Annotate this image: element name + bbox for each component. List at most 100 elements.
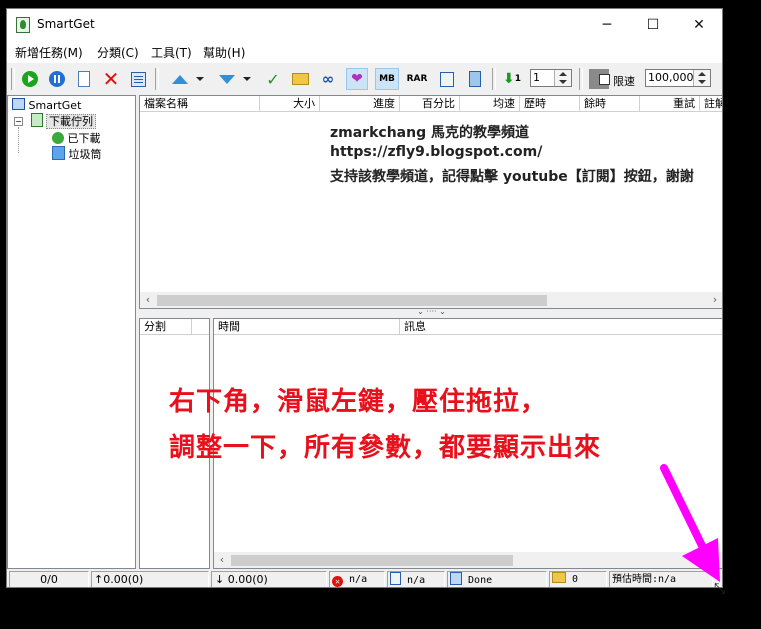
connections-stepper[interactable]: 1	[530, 69, 572, 87]
menu-help[interactable]: 幫助(H)	[203, 44, 245, 61]
annotation-arrow-icon	[660, 464, 720, 582]
close-button[interactable]: ✕	[676, 9, 722, 41]
watermark-line-1: zmarkchang 馬克的教學頻道	[330, 125, 529, 141]
toolbar: ✕ ✓ ∞ ❤ MB RAR ⬇ 1 1 限速 100,000	[7, 63, 722, 96]
watermark-line-2: https://zfly9.blogspot.com/	[330, 144, 543, 160]
connections-spin-arrows[interactable]	[554, 70, 571, 86]
pause-icon[interactable]	[47, 69, 67, 89]
category-tree: SmartGet − 下載佇列 已下載 垃圾筒	[7, 95, 136, 569]
connections-value: 1	[533, 71, 540, 84]
check-update-icon[interactable]: ✓	[263, 69, 283, 89]
task-list: 檔案名稱 大小 進度 百分比 均速 歷時 餘時 重試 註解 zmarkchang…	[139, 95, 722, 309]
arrow-shaft	[660, 464, 712, 562]
scroll-thumb[interactable]	[231, 555, 513, 566]
error-icon: ✕	[332, 576, 343, 587]
computer-icon	[12, 98, 25, 110]
tree-line	[18, 127, 20, 153]
col-message[interactable]: 訊息	[400, 319, 722, 335]
tree-queue-label: 下載佇列	[46, 114, 96, 129]
start-icon[interactable]	[20, 69, 40, 89]
collapse-icon[interactable]: −	[14, 117, 23, 126]
find-binoculars-icon[interactable]: ∞	[318, 69, 338, 89]
log-list-hscrollbar[interactable]: ‹ ›	[214, 552, 722, 568]
toolbar-separator	[579, 68, 583, 90]
tree-downloaded[interactable]: 已下載	[52, 130, 101, 146]
col-remaining[interactable]: 餘時	[580, 96, 640, 112]
col-segment-extra[interactable]	[192, 319, 209, 335]
minimize-button[interactable]: ─	[584, 9, 630, 41]
new-file-icon[interactable]	[74, 69, 94, 89]
window-title: SmartGet	[37, 17, 95, 31]
tree-queue[interactable]: − 下載佇列	[14, 113, 96, 129]
status-queued-value: n/a	[407, 575, 426, 586]
col-filename[interactable]: 檔案名稱	[140, 96, 260, 112]
status-upload: ↑0.00(0)	[91, 571, 209, 587]
speed-limit-value: 100,000	[648, 71, 694, 84]
toolbar-separator	[492, 68, 496, 90]
col-retry[interactable]: 重試	[640, 96, 700, 112]
speed-limit-spin-arrows[interactable]	[693, 70, 710, 86]
col-progress[interactable]: 進度	[320, 96, 400, 112]
mb-unit-button[interactable]: MB	[375, 68, 399, 90]
col-percent[interactable]: 百分比	[400, 96, 460, 112]
trash-icon	[52, 146, 65, 160]
speed-limit-label: 限速	[613, 75, 635, 88]
status-folders-value: 0	[572, 574, 579, 585]
tree-downloaded-label: 已下載	[67, 132, 101, 145]
col-note[interactable]: 註解	[700, 96, 722, 112]
open-folder-icon[interactable]	[290, 69, 310, 89]
edit-icon[interactable]	[437, 69, 457, 89]
tree-root-label: SmartGet	[28, 99, 82, 112]
menu-tools[interactable]: 工具(T)	[151, 44, 192, 61]
toolbar-separator	[155, 68, 159, 90]
speed-limit-checkbox[interactable]	[599, 74, 610, 85]
move-up-dropdown-icon[interactable]	[195, 69, 205, 89]
col-avg-speed[interactable]: 均速	[460, 96, 520, 112]
rar-button[interactable]: RAR	[405, 69, 429, 89]
menu-category[interactable]: 分類(C)	[97, 44, 139, 61]
horizontal-splitter[interactable]: ⌄ ···· ⌄	[139, 308, 722, 318]
watermark-line-3: 支持該教學頻道，記得點擊 youtube【訂閱】按鈕，謝謝	[330, 169, 694, 185]
col-elapsed[interactable]: 歷時	[520, 96, 580, 112]
tree-trash-label: 垃圾筒	[68, 148, 102, 161]
scroll-left-icon[interactable]: ‹	[140, 292, 156, 308]
annotation-line-1: 右下角，滑鼠左鍵，壓住拖拉，	[169, 387, 548, 417]
delete-icon[interactable]: ✕	[101, 69, 121, 89]
move-up-icon[interactable]	[170, 69, 190, 89]
app-tree-icon	[16, 17, 30, 33]
task-list-hscrollbar[interactable]: ‹ ›	[140, 292, 722, 308]
col-segment[interactable]: 分割	[140, 319, 192, 335]
col-time[interactable]: 時間	[214, 319, 400, 335]
status-upload-value: ↑0.00(0)	[94, 573, 144, 586]
tree-root[interactable]: SmartGet	[12, 98, 81, 112]
properties-icon[interactable]	[128, 69, 148, 89]
tree-trash[interactable]: 垃圾筒	[52, 146, 102, 162]
app-window: SmartGet ─ ☐ ✕ 新增任務(M) 分類(C) 工具(T) 幫助(H)…	[6, 8, 723, 588]
move-down-dropdown-icon[interactable]	[242, 69, 252, 89]
speed-limit-stepper[interactable]: 100,000	[645, 69, 711, 87]
status-bar: 0/0 ↑0.00(0) ↓ 0.00(0) ✕ n/a n/a Done 0 …	[7, 569, 722, 587]
queue-doc-icon	[390, 572, 401, 585]
folder-icon	[552, 572, 566, 583]
maximize-button[interactable]: ☐	[630, 9, 676, 41]
status-state-value: Done	[468, 575, 493, 586]
status-queued: n/a	[387, 571, 445, 587]
drop-target-icon[interactable]: ❤	[346, 68, 368, 90]
status-folders: 0	[549, 571, 607, 587]
status-download: ↓ 0.00(0)	[211, 571, 327, 587]
scroll-right-icon[interactable]: ›	[707, 292, 722, 308]
annotation-line-2: 調整一下，所有參數，都要顯示出來	[169, 433, 602, 463]
move-down-icon[interactable]	[217, 69, 237, 89]
exit-icon[interactable]	[465, 69, 485, 89]
scroll-thumb[interactable]	[157, 295, 547, 306]
scroll-left-icon[interactable]: ‹	[214, 552, 230, 568]
title-bar[interactable]: SmartGet ─ ☐ ✕	[7, 9, 722, 41]
status-count-value: 0/0	[40, 573, 58, 586]
status-count: 0/0	[9, 571, 89, 587]
resize-cursor-icon: ⤡	[714, 581, 726, 597]
menu-new-task[interactable]: 新增任務(M)	[15, 44, 83, 61]
toolbar-grip	[11, 68, 15, 90]
queue-icon	[30, 113, 43, 127]
col-size[interactable]: 大小	[260, 96, 320, 112]
downloaded-icon	[52, 132, 64, 144]
